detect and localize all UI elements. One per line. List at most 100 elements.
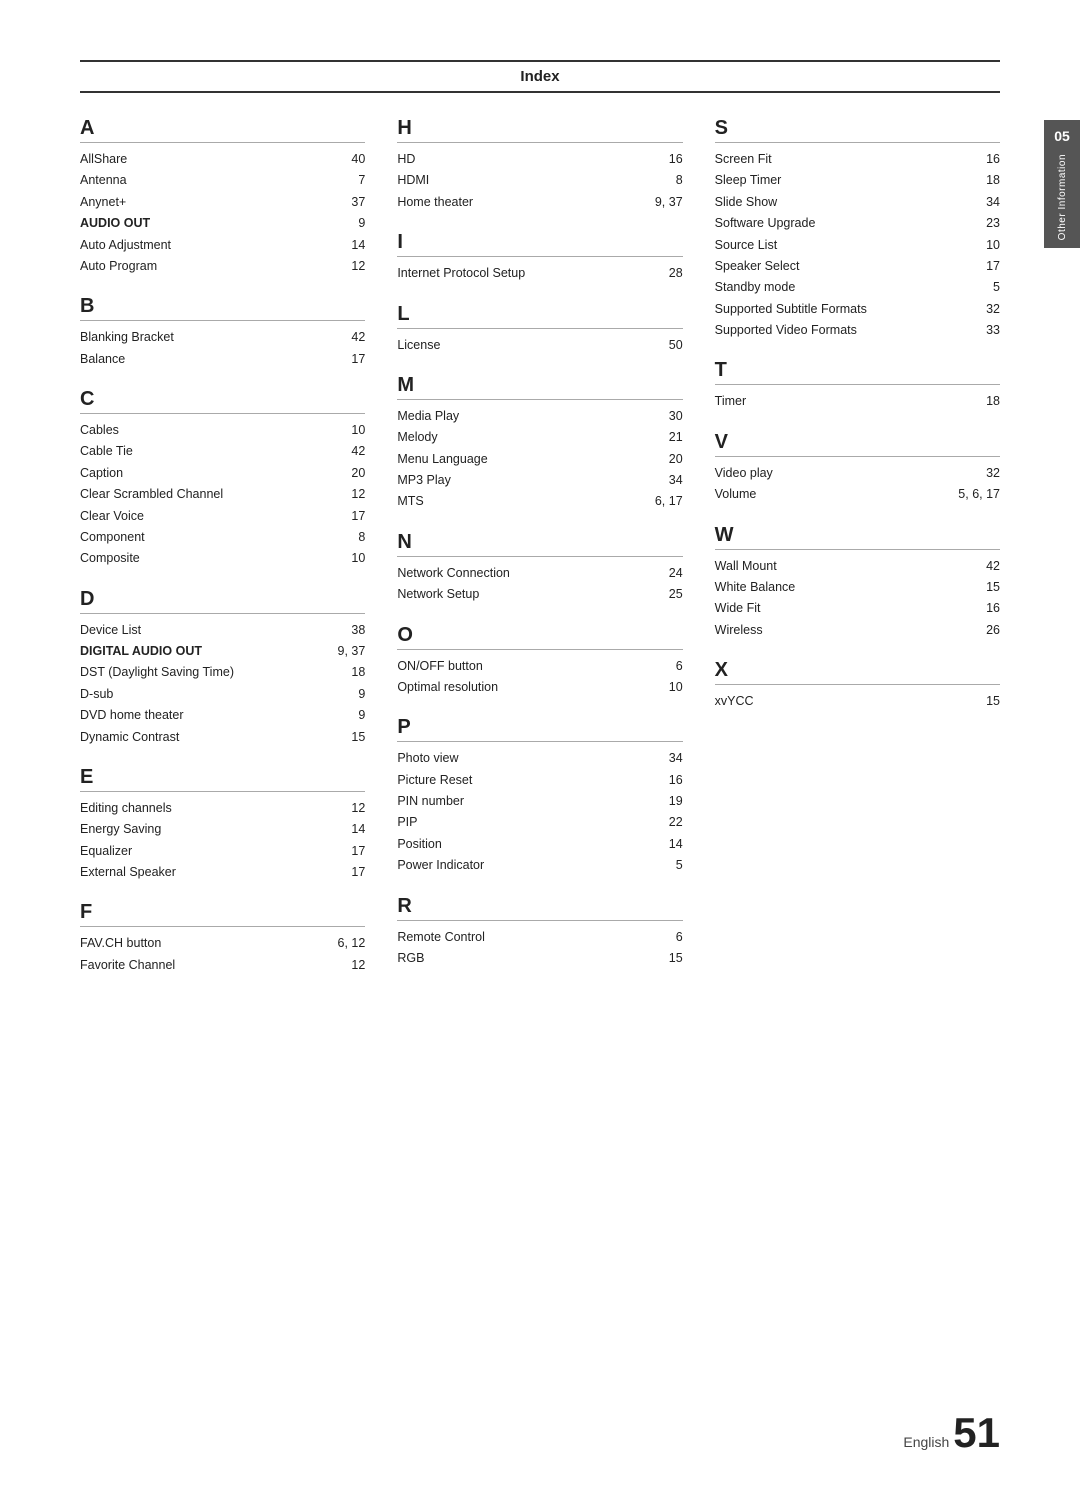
entry-name: Device List — [80, 621, 141, 640]
section-N: NNetwork Connection24Network Setup25 — [397, 531, 682, 606]
section-header-P: P — [397, 716, 682, 742]
index-entry: D-sub 9 — [80, 684, 365, 705]
entry-name: Melody — [397, 428, 437, 447]
entry-name: Energy Saving — [80, 820, 161, 839]
entry-page: 34 — [669, 471, 683, 490]
index-entry: RGB15 — [397, 948, 682, 969]
entry-name: xvYCC — [715, 692, 754, 711]
column-1: HHD16HDMI8Home theater9, 37IInternet Pro… — [397, 117, 682, 994]
index-entry: DIGITAL AUDIO OUT9, 37 — [80, 641, 365, 662]
entry-name: Timer — [715, 392, 746, 411]
entry-name: HDMI — [397, 171, 429, 190]
index-entry: Slide Show34 — [715, 192, 1000, 213]
side-tab: 05 Other Information — [1044, 120, 1080, 248]
index-entry: Anynet+37 — [80, 192, 365, 213]
section-header-F: F — [80, 901, 365, 927]
entry-page: 34 — [669, 749, 683, 768]
index-entry: White Balance15 — [715, 577, 1000, 598]
entry-page: 6 — [676, 657, 683, 676]
entry-name: Wide Fit — [715, 599, 761, 618]
entry-name: FAV.CH button — [80, 934, 161, 953]
section-header-C: C — [80, 388, 365, 414]
entry-name: Software Upgrade — [715, 214, 816, 233]
entry-page: 17 — [351, 863, 365, 882]
section-B: BBlanking Bracket42Balance17 — [80, 295, 365, 370]
entry-name: Auto Adjustment — [80, 236, 171, 255]
section-X: XxvYCC15 — [715, 659, 1000, 712]
index-entry: AllShare40 — [80, 149, 365, 170]
index-entry: Media Play30 — [397, 406, 682, 427]
entry-page: 5, 6, 17 — [958, 485, 1000, 504]
entry-name: External Speaker — [80, 863, 176, 882]
index-entry: Position 14 — [397, 834, 682, 855]
entry-name: PIN number — [397, 792, 464, 811]
entry-page: 17 — [351, 507, 365, 526]
index-entry: Clear Scrambled Channel12 — [80, 484, 365, 505]
entry-page: 14 — [669, 835, 683, 854]
entry-page: 17 — [351, 842, 365, 861]
entry-page: 50 — [669, 336, 683, 355]
entry-page: 42 — [351, 328, 365, 347]
entry-page: 25 — [669, 585, 683, 604]
index-entry: xvYCC15 — [715, 691, 1000, 712]
section-header-H: H — [397, 117, 682, 143]
index-entry: Caption 20 — [80, 463, 365, 484]
entry-page: 6, 12 — [338, 934, 366, 953]
entry-page: 20 — [669, 450, 683, 469]
index-entry: Clear Voice17 — [80, 506, 365, 527]
entry-name: DVD home theater — [80, 706, 184, 725]
index-entry: Wall Mount42 — [715, 556, 1000, 577]
index-entry: Melody21 — [397, 427, 682, 448]
section-header-A: A — [80, 117, 365, 143]
section-R: RRemote Control6RGB15 — [397, 895, 682, 970]
entry-name: D-sub — [80, 685, 113, 704]
entry-name: Position — [397, 835, 441, 854]
entry-name: Cable Tie — [80, 442, 133, 461]
entry-name: Source List — [715, 236, 778, 255]
index-entry: FAV.CH button 6, 12 — [80, 933, 365, 954]
entry-name: Network Connection — [397, 564, 510, 583]
section-header-B: B — [80, 295, 365, 321]
section-header-M: M — [397, 374, 682, 400]
index-entry: Photo view 34 — [397, 748, 682, 769]
entry-name: Balance — [80, 350, 125, 369]
entry-name: Editing channels — [80, 799, 172, 818]
entry-name: ON/OFF button — [397, 657, 482, 676]
entry-name: MP3 Play — [397, 471, 451, 490]
index-entry: Software Upgrade23 — [715, 213, 1000, 234]
entry-name: Standby mode — [715, 278, 796, 297]
footer-page-number: 51 — [953, 1412, 1000, 1454]
index-entry: Wireless26 — [715, 620, 1000, 641]
index-entry: Auto Program12 — [80, 256, 365, 277]
entry-page: 12 — [351, 485, 365, 504]
section-header-N: N — [397, 531, 682, 557]
index-entry: Speaker Select17 — [715, 256, 1000, 277]
index-entry: Remote Control6 — [397, 927, 682, 948]
entry-page: 18 — [986, 171, 1000, 190]
index-entry: Favorite Channel12 — [80, 955, 365, 976]
footer: English 51 — [903, 1412, 1000, 1454]
index-entry: Sleep Timer18 — [715, 170, 1000, 191]
entry-page: 16 — [986, 599, 1000, 618]
entry-name: Auto Program — [80, 257, 157, 276]
entry-name: Dynamic Contrast — [80, 728, 179, 747]
index-entry: Network Connection24 — [397, 563, 682, 584]
entry-name: Component — [80, 528, 145, 547]
index-entry: PIP22 — [397, 812, 682, 833]
entry-page: 9 — [358, 685, 365, 704]
index-entry: Power Indicator5 — [397, 855, 682, 876]
index-entry: AUDIO OUT9 — [80, 213, 365, 234]
index-entry: MTS6, 17 — [397, 491, 682, 512]
index-title-row: Index — [80, 60, 1000, 93]
entry-page: 42 — [986, 557, 1000, 576]
entry-page: 38 — [351, 621, 365, 640]
entry-name: Photo view — [397, 749, 458, 768]
index-entry: Timer18 — [715, 391, 1000, 412]
entry-name: Wireless — [715, 621, 763, 640]
entry-page: 20 — [351, 464, 365, 483]
entry-name: Caption — [80, 464, 123, 483]
index-entry: Composite10 — [80, 548, 365, 569]
index-entry: Component8 — [80, 527, 365, 548]
entry-name: Power Indicator — [397, 856, 484, 875]
index-entry: Balance17 — [80, 349, 365, 370]
